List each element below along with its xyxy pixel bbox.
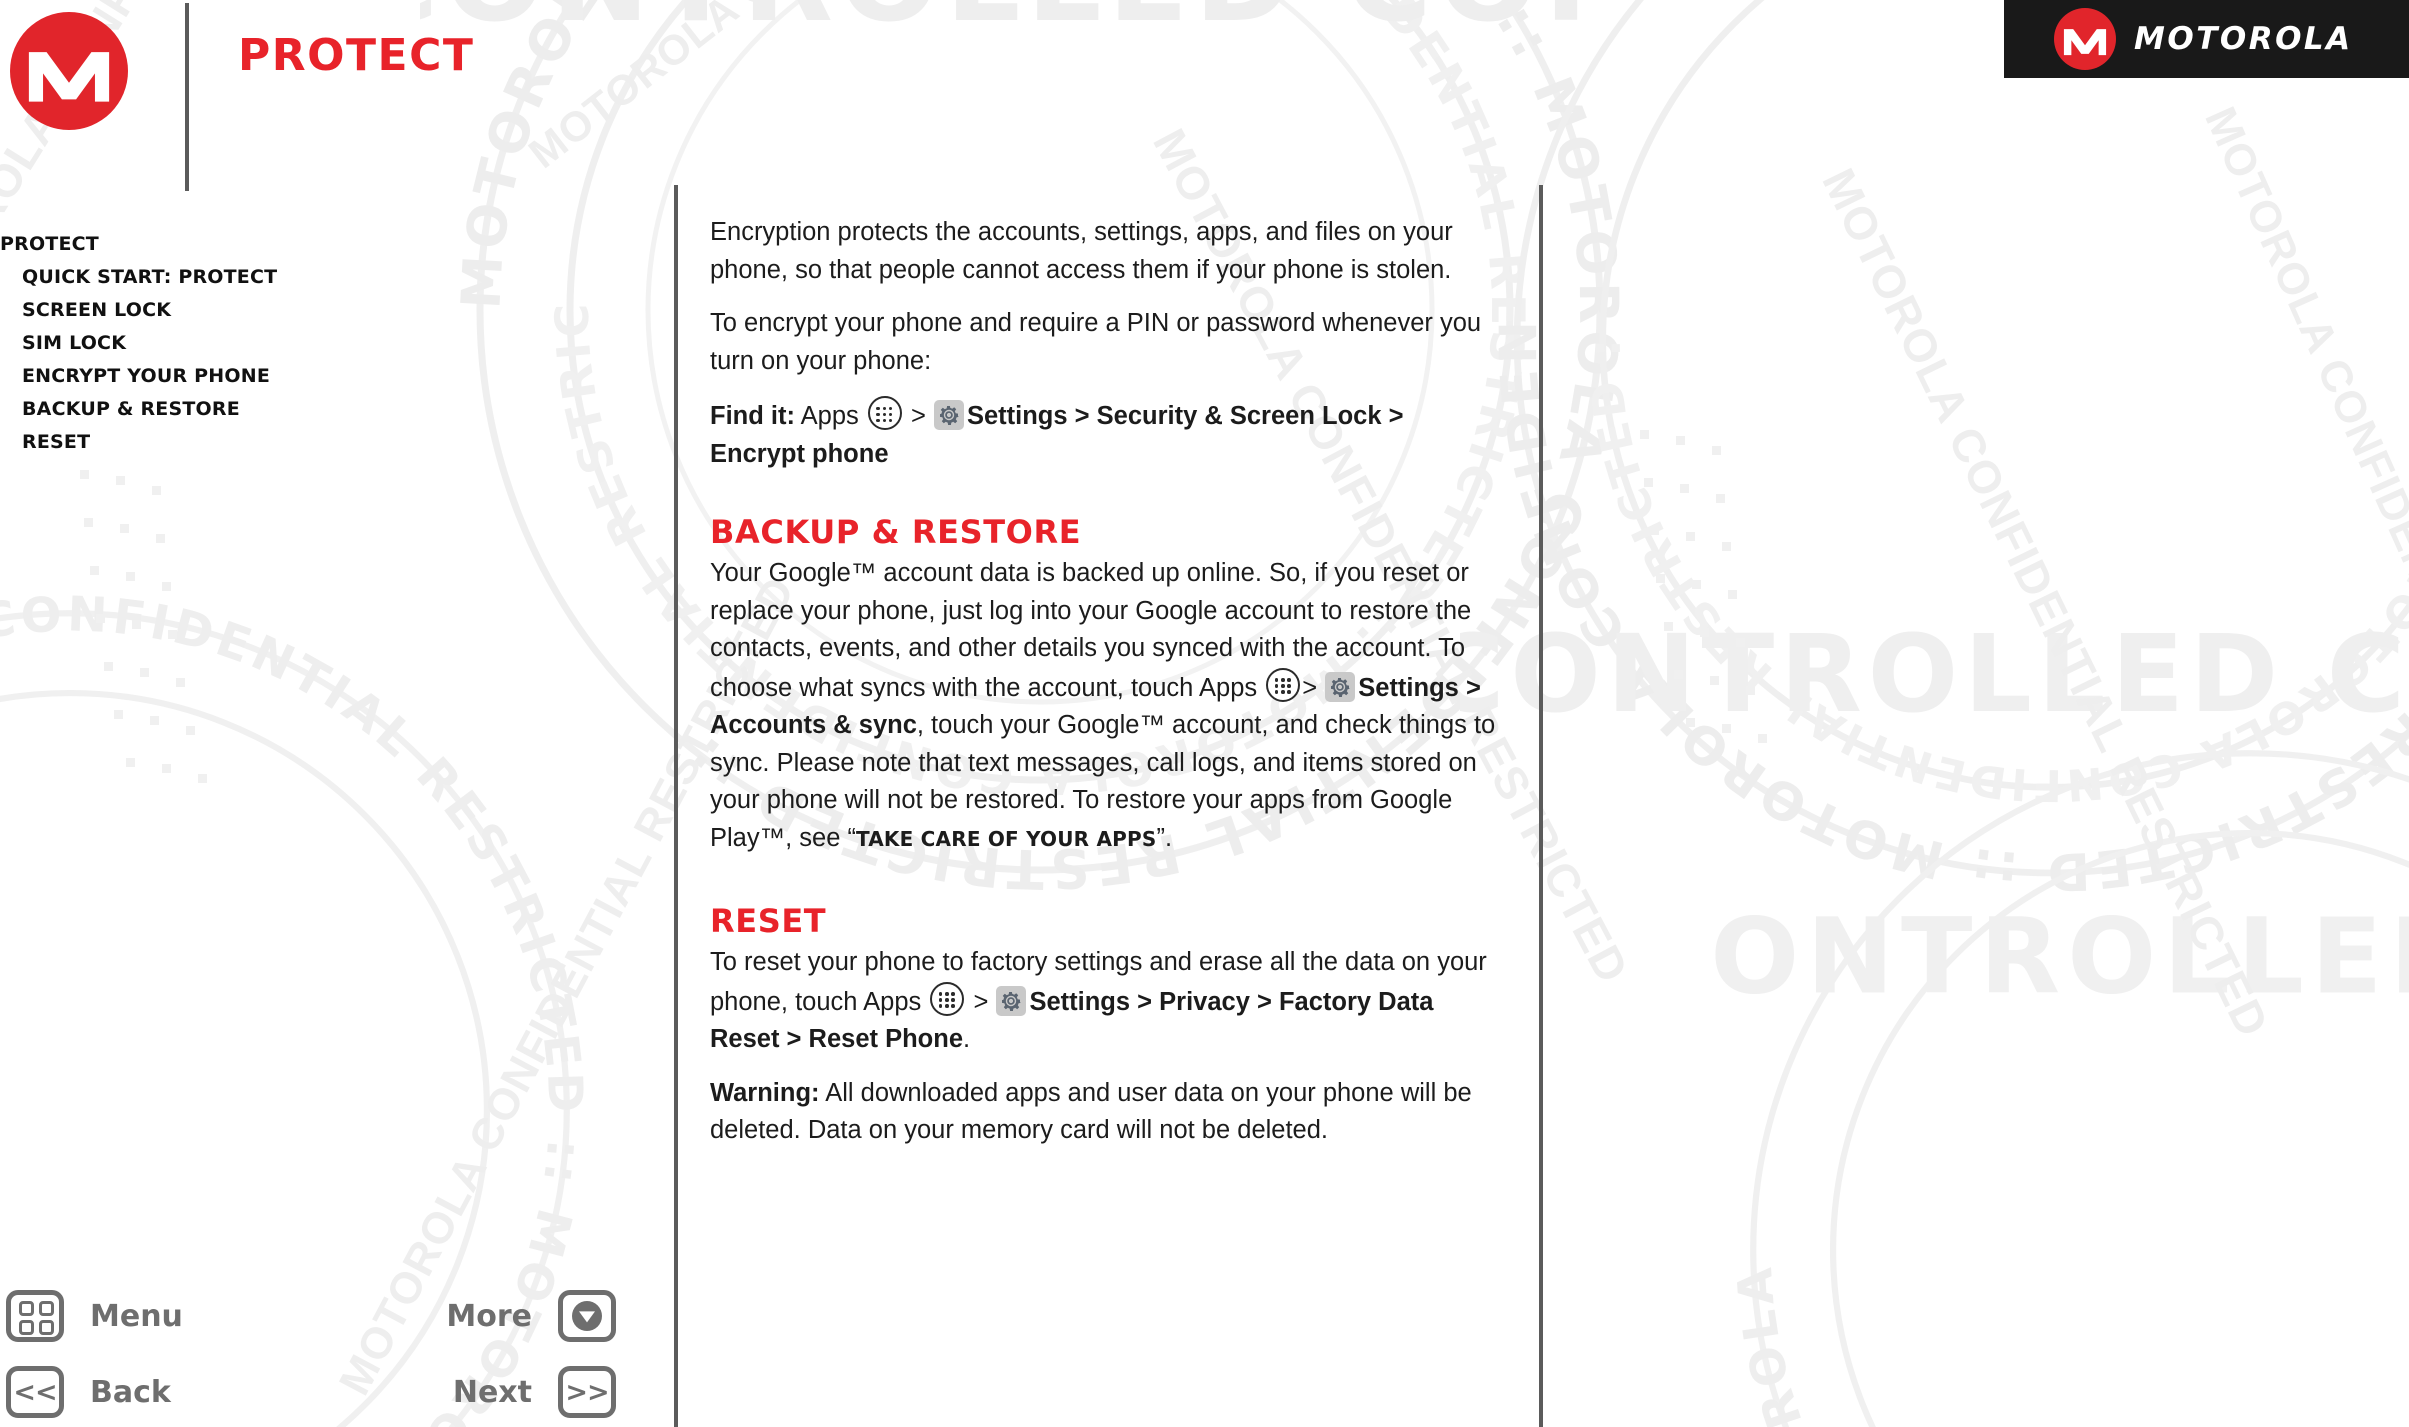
motorola-brand-bar: MOTOROLA: [2004, 0, 2409, 78]
column-divider-right: [1539, 185, 1543, 1427]
paragraph-warning: Warning: All downloaded apps and user da…: [710, 1075, 1500, 1150]
encrypt-phone-label: Encrypt phone: [710, 439, 889, 468]
sidebar-item-screen-lock[interactable]: SCREEN LOCK: [0, 294, 640, 327]
backup-text-part-3: ”.: [1156, 823, 1173, 852]
main-content: Encryption protects the accounts, settin…: [710, 214, 1500, 1166]
section-heading-backup-restore: BACKUP & RESTORE: [710, 513, 1082, 551]
path-separator-2: >: [1465, 673, 1481, 702]
sidebar-item-sim-lock[interactable]: SIM LOCK: [0, 327, 640, 360]
nav-row-primary: Menu More: [0, 1282, 640, 1350]
findit-encrypt-path: Find it: Apps > Settings > Security & Sc…: [710, 396, 1500, 473]
sidebar-item-reset[interactable]: RESET: [0, 426, 640, 459]
chevron-double-left-icon: <<: [6, 1366, 64, 1418]
menu-button-label: Menu: [90, 1298, 183, 1334]
warning-label: Warning:: [710, 1078, 820, 1107]
apps-icon[interactable]: [930, 981, 965, 1016]
paragraph-reset: To reset your phone to factory settings …: [710, 944, 1500, 1059]
next-button[interactable]: Next >>: [453, 1366, 616, 1418]
menu-button[interactable]: Menu: [6, 1290, 183, 1342]
back-button[interactable]: << Back: [6, 1366, 171, 1418]
settings-gear-icon[interactable]: [933, 400, 964, 430]
settings-gear-icon[interactable]: [996, 985, 1027, 1016]
reset-text-part-2: .: [963, 1025, 971, 1053]
path-separator-1: >: [910, 402, 926, 430]
watermark-stamp-lower-right: MOTOROLA CONFIDENTIAL RESTRICTED :: MOTO…: [1700, 700, 2409, 1427]
accounts-sync-label: Accounts & sync: [710, 711, 917, 739]
paragraph-encryption-intro: Encryption protects the accounts, settin…: [710, 218, 1453, 284]
paragraph-backup-restore: Your Google™ account data is backed up o…: [710, 555, 1500, 858]
more-button[interactable]: More: [446, 1290, 616, 1342]
motorola-wordmark: MOTOROLA: [2134, 21, 2353, 57]
warning-text: All downloaded apps and user data on you…: [710, 1078, 1472, 1145]
sidebar-item-backup[interactable]: BACKUP & RESTORE: [0, 393, 640, 426]
next-button-label: Next: [452, 1374, 532, 1410]
sidebar-item-quick-start[interactable]: QUICK START: PROTECT: [0, 261, 640, 294]
settings-gear-icon[interactable]: [1325, 671, 1356, 702]
motorola-logo-icon-small: [2054, 8, 2116, 70]
path-separator-3: >: [1256, 987, 1272, 1016]
watermark-diagonal-4: MOTOROLA CONFIDENTIAL RESTRICTED: [1812, 160, 2280, 1046]
column-divider-left: [674, 185, 678, 1427]
path-separator-1: >: [973, 987, 989, 1016]
settings-label: Settings: [1358, 673, 1459, 702]
watermark-ring-text-4: MOTOROLA CONFIDENTIAL RESTRICTED :: MOTO…: [1700, 700, 2409, 1427]
menu-grid-icon: [6, 1290, 64, 1342]
bottom-navigation: Menu More << Back Next >>: [0, 1282, 640, 1427]
header-divider: [185, 3, 189, 191]
nav-row-secondary: << Back Next >>: [0, 1358, 640, 1426]
privacy-label: Privacy: [1159, 987, 1250, 1016]
back-glyph: <<: [13, 1376, 57, 1408]
path-separator-4: >: [786, 1025, 802, 1053]
svg-text:MOTOROLA CONFIDENTIAL RESTRICT: MOTOROLA CONFIDENTIAL RESTRICTED :: MOTO…: [1700, 700, 2409, 1427]
sidebar-item-encrypt[interactable]: ENCRYPT YOUR PHONE: [0, 360, 640, 393]
chevron-down-icon: [558, 1290, 616, 1342]
security-screen-lock-label: Security & Screen Lock: [1096, 402, 1382, 430]
path-separator-2: >: [1137, 987, 1153, 1016]
page-header: PROTECT MOTOROLA: [0, 0, 2409, 191]
table-of-contents: PROTECT QUICK START: PROTECT SCREEN LOCK…: [0, 228, 640, 459]
cross-reference-take-care-of-your-apps[interactable]: TAKE CARE OF YOUR APPS: [856, 827, 1156, 851]
watermark-diagonal-5: MOTOROLA CONFIDENTIAL RESTRICTED: [2195, 100, 2409, 959]
apps-icon[interactable]: [867, 396, 902, 430]
sidebar-item-protect[interactable]: PROTECT: [0, 228, 640, 261]
settings-label: Settings: [1029, 987, 1131, 1016]
more-button-label: More: [446, 1298, 532, 1334]
apps-icon[interactable]: [1266, 667, 1301, 702]
path-separator-3: >: [1388, 402, 1404, 430]
reset-phone-label: Reset Phone: [808, 1025, 964, 1053]
watermark-center-text-4: CONTROLLED COPY: [1700, 896, 2409, 1018]
next-glyph: >>: [565, 1376, 609, 1408]
motorola-logo-icon: [10, 12, 128, 130]
section-heading-reset: RESET: [710, 902, 827, 940]
watermark-center-text-2: CONTROLLED COPY: [1460, 613, 2409, 737]
chevron-double-right-icon: >>: [558, 1366, 616, 1418]
settings-label: Settings: [966, 402, 1068, 430]
path-separator-2: >: [1074, 402, 1090, 430]
findit-label: Find it:: [710, 402, 795, 430]
paragraph-encrypt-instruction: To encrypt your phone and require a PIN …: [710, 309, 1482, 375]
back-button-label: Back: [90, 1374, 171, 1410]
findit-apps-label: Apps: [800, 402, 859, 430]
page-title: PROTECT: [238, 30, 475, 81]
path-separator-1: >: [1302, 673, 1318, 702]
